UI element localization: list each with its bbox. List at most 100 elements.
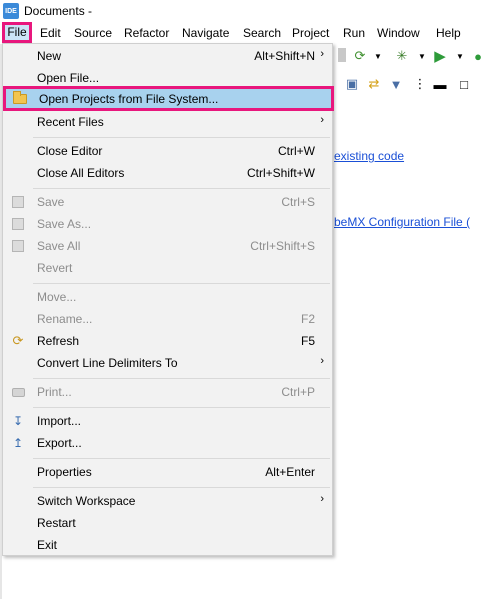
menu-navigate[interactable]: Navigate: [178, 25, 233, 43]
menu-item-new[interactable]: New Alt+Shift+N ›: [3, 45, 332, 67]
menu-item-label: Properties: [37, 465, 92, 479]
menu-item-refresh[interactable]: ⟳ Refresh F5: [3, 330, 332, 352]
link-with-editor-icon[interactable]: ⇄: [366, 76, 382, 92]
shortcut-label: Alt+Enter: [265, 465, 315, 479]
debug-icon[interactable]: ✳: [394, 48, 410, 64]
chevron-down-icon[interactable]: ▼: [452, 48, 468, 64]
menu-refactor[interactable]: Refactor: [120, 25, 173, 43]
menu-item-label: Export...: [37, 436, 82, 450]
chevron-down-icon[interactable]: ▼: [414, 48, 430, 64]
toolbar-dropdown-icon[interactable]: [338, 48, 346, 62]
main-toolbar: ⟳ ▼ ✳ ▼ ▶ ▼ ●: [332, 44, 485, 68]
menu-separator: [33, 487, 330, 488]
submenu-arrow-icon: ›: [320, 48, 324, 60]
menu-item-label: Convert Line Delimiters To: [37, 356, 178, 370]
chevron-down-icon[interactable]: ▼: [370, 48, 386, 64]
menu-item-import[interactable]: ↧ Import...: [3, 410, 332, 432]
menu-separator: [33, 407, 330, 408]
view-toolbar: ▣ ⇄ ▼ ⋮ ▬ □: [332, 72, 485, 96]
menu-source[interactable]: Source: [70, 25, 116, 43]
menu-item-label: Print...: [37, 385, 72, 399]
import-icon: ↧: [12, 414, 24, 428]
submenu-arrow-icon: ›: [320, 114, 324, 126]
menu-item-export[interactable]: ↥ Export...: [3, 432, 332, 454]
run-icon[interactable]: ▶: [432, 48, 448, 65]
menu-item-label: Save: [37, 195, 65, 209]
menu-item-label: Recent Files: [37, 115, 104, 129]
menu-item-label: Save All: [37, 239, 81, 253]
menu-item-label: Open File...: [37, 71, 100, 85]
menu-search[interactable]: Search: [239, 25, 285, 43]
shortcut-label: Ctrl+Shift+S: [250, 239, 315, 253]
menu-separator: [33, 458, 330, 459]
menu-item-restart[interactable]: Restart: [3, 512, 332, 534]
menu-item-convert-line-delimiters[interactable]: Convert Line Delimiters To ›: [3, 352, 332, 374]
shortcut-label: Alt+Shift+N: [254, 49, 315, 63]
menu-separator: [33, 137, 330, 138]
menu-item-exit[interactable]: Exit: [3, 534, 332, 556]
submenu-arrow-icon: ›: [320, 355, 324, 367]
shortcut-label: Ctrl+P: [281, 385, 315, 399]
menu-window[interactable]: Window: [373, 25, 424, 43]
menu-help[interactable]: Help: [432, 25, 465, 43]
menu-file[interactable]: File: [2, 22, 32, 43]
menu-item-label: Import...: [37, 414, 82, 428]
menu-item-label: Move...: [37, 290, 77, 304]
menu-item-label: Save As...: [37, 217, 92, 231]
menu-item-label: Switch Workspace: [37, 494, 136, 508]
title-bar: IDE Documents -: [0, 0, 485, 22]
menu-item-label: Revert: [37, 261, 73, 275]
shortcut-label: Ctrl+W: [278, 144, 315, 158]
shortcut-label: F2: [300, 312, 315, 326]
menu-item-label: Open Projects from File System...: [39, 92, 219, 106]
menu-item-move[interactable]: Move...: [3, 286, 332, 308]
view-menu-icon[interactable]: ⋮: [412, 76, 428, 92]
menu-item-label: New: [37, 49, 62, 63]
menu-separator: [33, 283, 330, 284]
menu-run[interactable]: Run: [339, 25, 369, 43]
shortcut-label: Ctrl+Shift+W: [246, 166, 315, 180]
menu-bar: Edit Source Refactor Navigate Search Pro…: [0, 22, 485, 44]
menu-item-recent-files[interactable]: Recent Files ›: [3, 111, 332, 133]
minimize-icon[interactable]: ▬: [432, 76, 448, 92]
app-icon: IDE: [3, 3, 19, 19]
menu-item-revert[interactable]: Revert: [3, 257, 332, 279]
menu-item-label: Exit: [37, 538, 58, 552]
menu-item-label: Refresh: [37, 334, 80, 348]
submenu-arrow-icon: ›: [320, 493, 324, 505]
menu-item-save[interactable]: Save Ctrl+S: [3, 191, 332, 213]
menu-separator: [33, 188, 330, 189]
menu-item-print[interactable]: Print... Ctrl+P: [3, 381, 332, 403]
export-icon: ↥: [12, 436, 24, 450]
maximize-icon[interactable]: □: [456, 76, 472, 92]
menu-edit[interactable]: Edit: [36, 25, 65, 43]
menu-item-rename[interactable]: Rename... F2: [3, 308, 332, 330]
filter-icon[interactable]: ▼: [388, 76, 404, 92]
menu-item-switch-workspace[interactable]: Switch Workspace ›: [3, 490, 332, 512]
cubemx-config-link[interactable]: beMX Configuration File (: [334, 215, 470, 229]
menu-item-label: Rename...: [37, 312, 93, 326]
shortcut-label: F5: [300, 334, 315, 348]
file-menu-dropdown: New Alt+Shift+N › Open File... Open Proj…: [2, 43, 334, 556]
menu-item-properties[interactable]: Properties Alt+Enter: [3, 461, 332, 483]
menu-item-close-all-editors[interactable]: Close All Editors Ctrl+Shift+W: [3, 162, 332, 184]
menu-item-save-as[interactable]: Save As...: [3, 213, 332, 235]
save-as-icon: [10, 216, 26, 232]
menu-project[interactable]: Project: [288, 25, 333, 43]
collapse-all-icon[interactable]: ▣: [344, 76, 360, 92]
folder-icon: [12, 91, 28, 107]
import-existing-code-link[interactable]: existing code: [334, 149, 404, 163]
menu-separator: [33, 378, 330, 379]
printer-icon: [10, 384, 26, 400]
external-tools-icon[interactable]: ●: [470, 48, 485, 64]
shortcut-label: Ctrl+S: [281, 195, 315, 209]
menu-item-label: Restart: [37, 516, 76, 530]
coverage-icon[interactable]: ⟳: [352, 48, 368, 64]
menu-item-save-all[interactable]: Save All Ctrl+Shift+S: [3, 235, 332, 257]
menu-item-open-projects[interactable]: Open Projects from File System...: [3, 86, 334, 111]
menu-item-close-editor[interactable]: Close Editor Ctrl+W: [3, 140, 332, 162]
save-all-icon: [10, 238, 26, 254]
refresh-icon: ⟳: [12, 333, 24, 348]
menu-item-label: Close Editor: [37, 144, 103, 158]
save-icon: [10, 194, 26, 210]
